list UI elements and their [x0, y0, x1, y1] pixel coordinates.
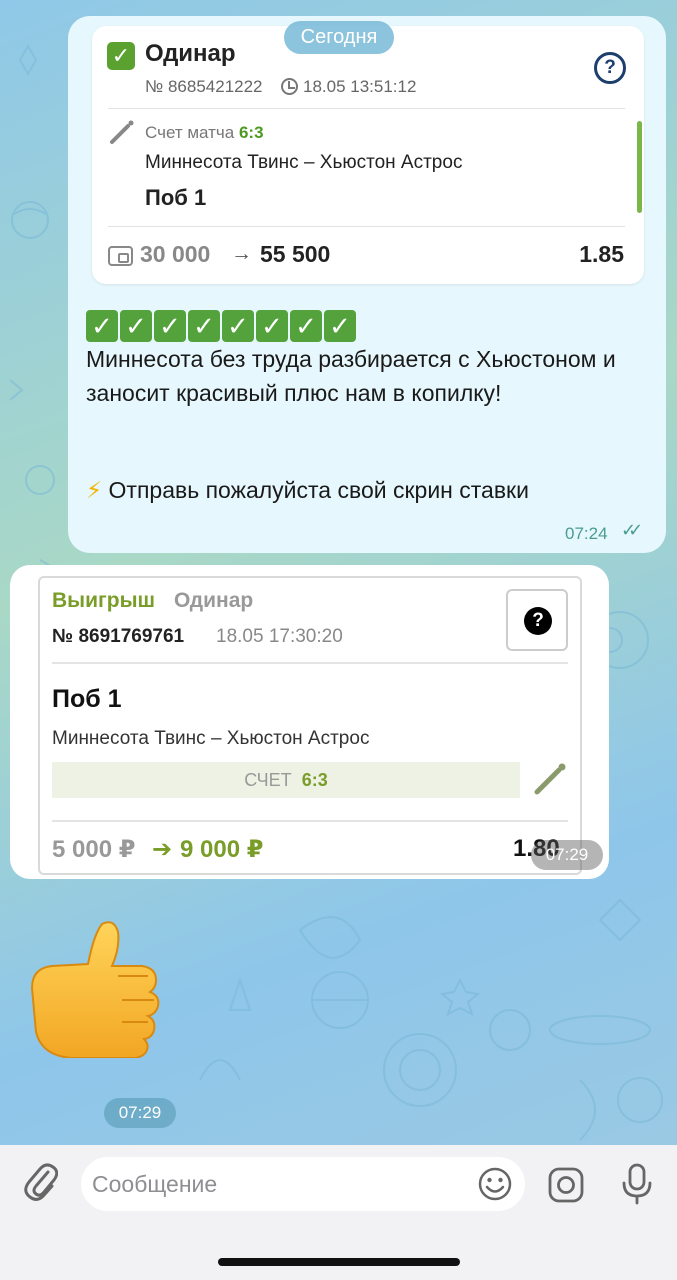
- bet-datetime: 18.05 13:51:12: [303, 77, 417, 96]
- bet-screenshot-card[interactable]: [38, 576, 582, 875]
- question-icon: ?: [524, 607, 552, 635]
- thumbs-up-icon[interactable]: [22, 918, 168, 1058]
- bet-type: Одинар: [174, 589, 254, 612]
- check-emoji-icon: ✓: [154, 310, 186, 342]
- check-emoji-icon: ✓: [290, 310, 322, 342]
- divider: [108, 108, 625, 109]
- bet-pick: Поб 1: [52, 685, 122, 713]
- message-timestamp: 07:29: [531, 840, 603, 870]
- message-text: Миннесота без труда разбирается с Хьюсто…: [86, 346, 616, 406]
- arrow-icon: →: [231, 242, 252, 265]
- lightning-icon: ⚡: [86, 477, 103, 503]
- bet-number: № 8691769761: [52, 626, 185, 647]
- score-label: СЧЕТ: [244, 770, 292, 790]
- message-cta: ⚡ Отправь пожалуйста свой скрин ставки: [86, 477, 529, 504]
- stake-amount: 5 000 ₽: [52, 836, 136, 863]
- check-emoji-icon: ✓: [188, 310, 220, 342]
- read-receipt-icon: ✓✓: [621, 520, 643, 540]
- date-separator: Сегодня: [284, 21, 394, 54]
- checkbox-icon: ✓: [107, 42, 135, 70]
- checkmark-emoji-row: ✓ ✓ ✓ ✓ ✓ ✓ ✓ ✓: [86, 310, 356, 342]
- check-emoji-icon: ✓: [222, 310, 254, 342]
- payout-amount: 9 000 ₽: [180, 836, 264, 863]
- microphone-icon[interactable]: [620, 1163, 654, 1205]
- arrow-icon: ➔: [152, 836, 173, 863]
- emoji-icon[interactable]: [477, 1166, 513, 1202]
- camera-icon[interactable]: [547, 1166, 585, 1204]
- score-label: Счет матча: [145, 123, 235, 142]
- check-emoji-icon: ✓: [86, 310, 118, 342]
- score-value: 6:3: [238, 123, 264, 142]
- match-score: Счет матча 6:3: [145, 123, 264, 143]
- baseball-bat-icon: [534, 763, 566, 795]
- divider: [108, 226, 625, 227]
- help-icon[interactable]: ?: [594, 52, 626, 84]
- message-timestamp: 07:24: [565, 524, 608, 543]
- stake-amount: 30 000: [140, 241, 211, 267]
- match-teams: Миннесота Твинс – Хьюстон Астрос: [145, 152, 463, 173]
- bet-status: Выигрыш: [52, 589, 156, 612]
- check-emoji-icon: ✓: [256, 310, 288, 342]
- bet-odds: 1.85: [579, 241, 624, 267]
- check-emoji-icon: ✓: [324, 310, 356, 342]
- baseball-bat-icon: [110, 120, 134, 144]
- bet-type-title: Одинар: [145, 40, 236, 67]
- home-indicator: [218, 1258, 460, 1266]
- message-timestamp: 07:29: [104, 1098, 176, 1128]
- cta-text: Отправь пожалуйста свой скрин ставки: [108, 477, 529, 503]
- check-emoji-icon: ✓: [120, 310, 152, 342]
- score-bar: СЧЕТ 6:3: [52, 762, 520, 798]
- message-placeholder: Сообщение: [92, 1171, 218, 1197]
- bet-datetime: 18.05 17:30:20: [216, 626, 343, 647]
- status-bar: [637, 121, 642, 213]
- help-button[interactable]: ?: [506, 589, 568, 651]
- payout-amount: 55 500: [260, 241, 331, 267]
- clock-icon: [281, 78, 298, 95]
- wallet-icon: [108, 246, 133, 266]
- bet-pick: Поб 1: [145, 185, 207, 210]
- bet-number: № 8685421222: [145, 77, 263, 96]
- divider: [52, 820, 568, 822]
- paperclip-icon[interactable]: [24, 1162, 58, 1202]
- divider: [52, 662, 568, 664]
- score-value: 6:3: [301, 770, 328, 790]
- match-teams: Миннесота Твинс – Хьюстон Астрос: [52, 728, 370, 749]
